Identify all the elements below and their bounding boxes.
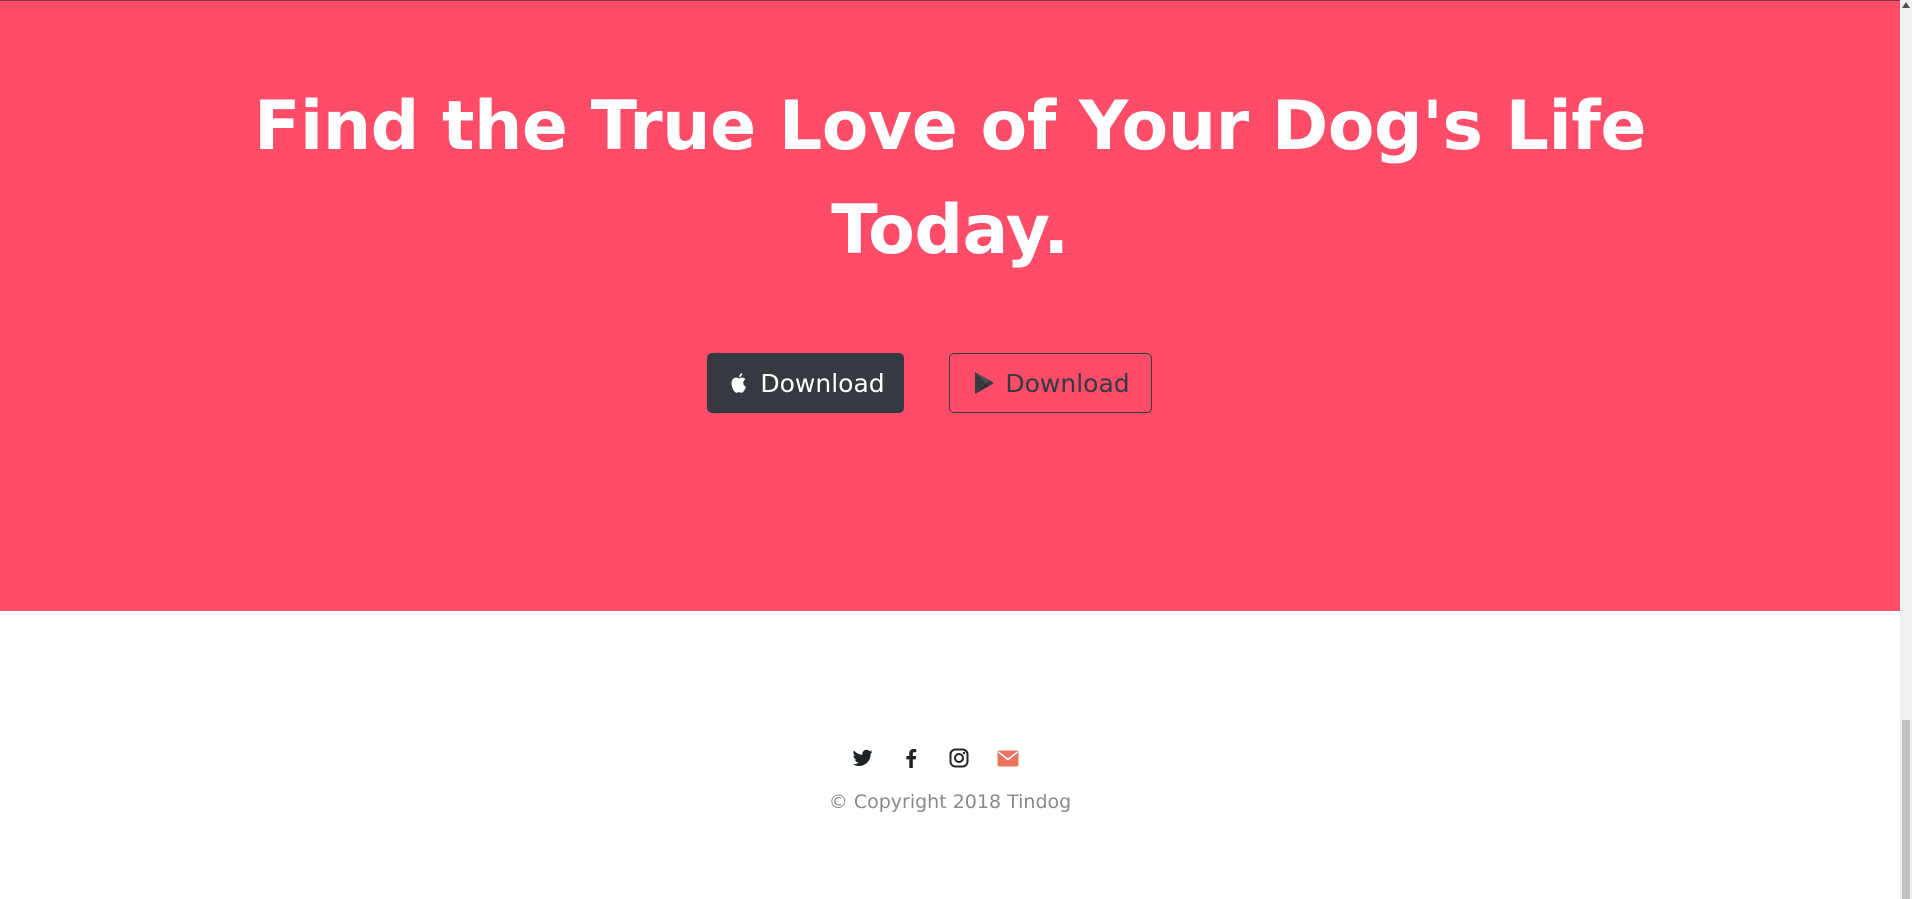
page: Find the True Love of Your Dog's Life To… (0, 0, 1912, 899)
app-store-download-label: Download (760, 368, 885, 398)
app-store-download-button[interactable]: Download (707, 353, 904, 413)
google-play-download-label: Download (1005, 368, 1130, 398)
copyright-text: © Copyright 2018 Tindog (828, 791, 1072, 813)
scroll-up-arrow-icon[interactable] (1902, 2, 1910, 8)
google-play-icon (971, 370, 997, 396)
twitter-icon[interactable] (851, 746, 875, 770)
google-play-download-button[interactable]: Download (949, 353, 1152, 413)
vertical-scrollbar[interactable] (1900, 0, 1912, 899)
cta-title: Find the True Love of Your Dog's Life To… (253, 87, 1647, 270)
cta-section: Find the True Love of Your Dog's Life To… (0, 1, 1900, 611)
envelope-icon[interactable] (996, 746, 1020, 770)
apple-icon (726, 370, 752, 396)
instagram-icon[interactable] (947, 746, 971, 770)
facebook-icon[interactable] (899, 746, 923, 770)
scrollbar-thumb[interactable] (1902, 720, 1910, 899)
